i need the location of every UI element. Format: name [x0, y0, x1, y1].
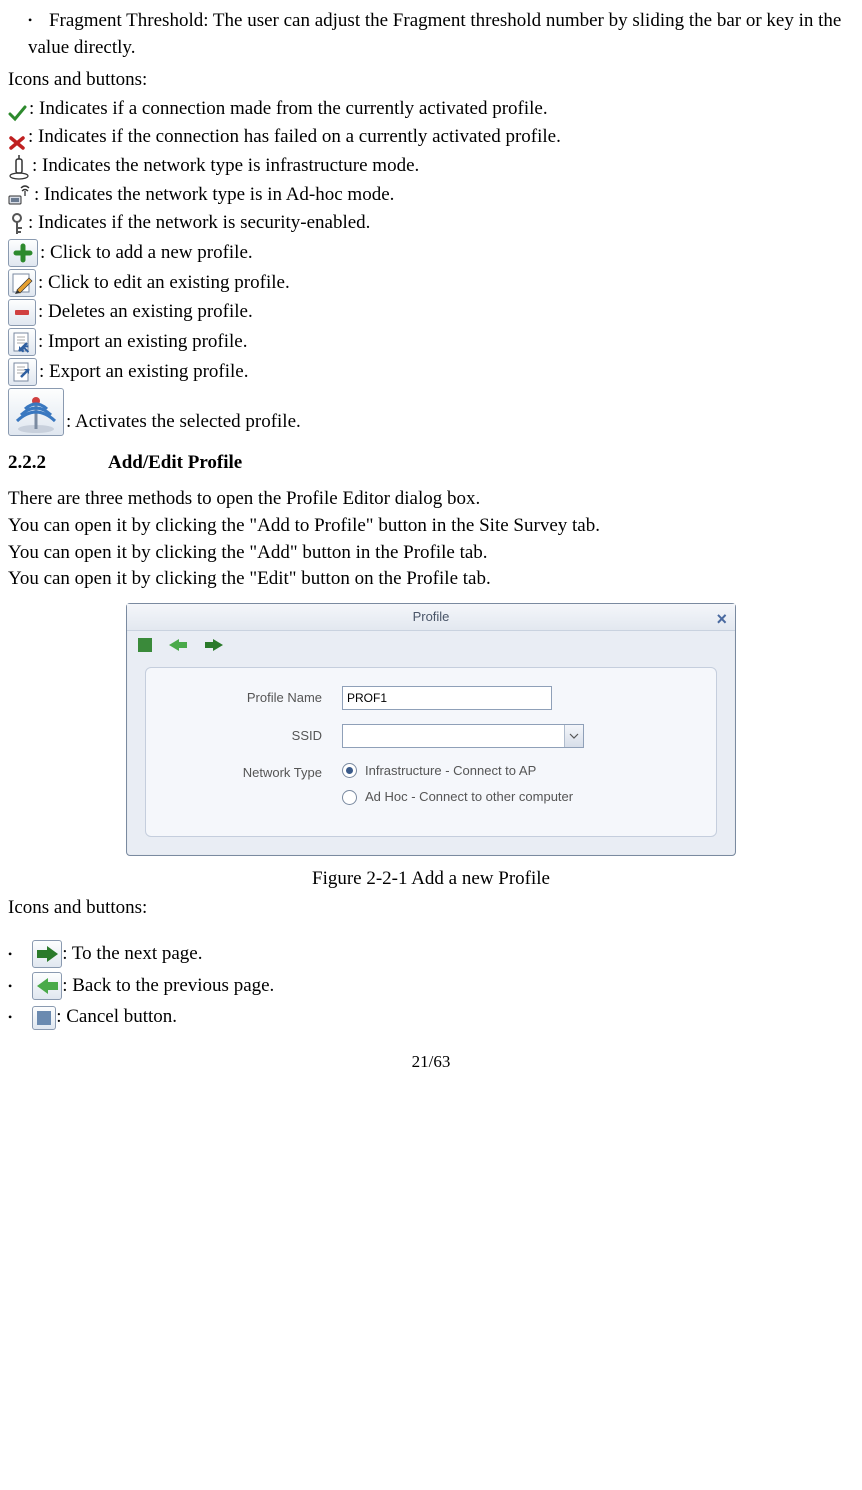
icon-row-export: : Export an existing profile. — [8, 358, 854, 386]
infrastructure-icon — [8, 155, 30, 180]
chevron-down-icon[interactable] — [564, 725, 583, 747]
export-profile-icon[interactable] — [8, 358, 37, 386]
radio-label: Infrastructure - Connect to AP — [365, 762, 536, 780]
icon-desc: : Click to add a new profile. — [40, 240, 253, 267]
icon-desc: : Import an existing profile. — [38, 329, 247, 356]
nav-desc: : To the next page. — [62, 941, 202, 968]
profile-name-row: Profile Name — [172, 686, 690, 710]
paragraph-1: There are three methods to open the Prof… — [8, 486, 854, 513]
icon-desc: : Indicates the network type is in Ad-ho… — [34, 182, 394, 209]
key-icon — [8, 212, 26, 237]
adhoc-icon — [8, 183, 32, 208]
section-number: 2.2.2 — [8, 450, 108, 477]
back-arrow-icon[interactable] — [167, 637, 189, 653]
icon-row-edit: : Click to edit an existing profile. — [8, 269, 854, 297]
network-type-row: Network Type Infrastructure - Connect to… — [172, 762, 690, 814]
icon-row-delete: : Deletes an existing profile. — [8, 299, 854, 326]
icon-desc: : Export an existing profile. — [39, 359, 248, 386]
radio-icon[interactable] — [342, 763, 357, 778]
x-red-icon — [8, 135, 26, 151]
icons-buttons-heading: Icons and buttons: — [8, 67, 854, 94]
next-arrow-icon[interactable] — [203, 637, 225, 653]
dialog-title-bar: Profile × — [127, 604, 735, 631]
nav-icon-list: : To the next page. : Back to the previo… — [8, 940, 854, 1031]
nav-desc: : Cancel button. — [56, 1004, 177, 1031]
profile-name-input[interactable] — [342, 686, 552, 710]
next-arrow-icon[interactable] — [32, 940, 62, 968]
section-heading: 2.2.2Add/Edit Profile — [8, 450, 854, 477]
icons-buttons-heading-2: Icons and buttons: — [8, 895, 854, 922]
radio-adhoc[interactable]: Ad Hoc - Connect to other computer — [342, 788, 573, 806]
nav-row-next: : To the next page. — [8, 940, 854, 968]
icon-desc: : Click to edit an existing profile. — [38, 270, 290, 297]
activate-profile-icon[interactable] — [8, 388, 64, 436]
icon-row-x: : Indicates if the connection has failed… — [8, 124, 854, 151]
icon-desc: : Activates the selected profile. — [66, 409, 301, 436]
icon-desc: : Indicates the network type is infrastr… — [32, 153, 419, 180]
nav-row-back: : Back to the previous page. — [8, 972, 854, 1000]
dialog-panel: Profile Name SSID Network Type Infrastru… — [145, 667, 717, 837]
cancel-icon[interactable] — [32, 1006, 56, 1030]
icon-desc: : Indicates if the connection has failed… — [28, 124, 561, 151]
back-arrow-icon[interactable] — [32, 972, 62, 1000]
import-profile-icon[interactable] — [8, 328, 36, 356]
checkmark-icon — [8, 105, 27, 122]
icon-row-adhoc: : Indicates the network type is in Ad-ho… — [8, 182, 854, 209]
dialog-toolbar — [127, 631, 735, 659]
figure-caption: Figure 2-2-1 Add a new Profile — [8, 866, 854, 893]
paragraph-3: You can open it by clicking the "Add" bu… — [8, 540, 854, 567]
icon-desc: : Indicates if a connection made from th… — [29, 96, 548, 123]
delete-profile-icon[interactable] — [8, 299, 36, 326]
icon-row-check: : Indicates if a connection made from th… — [8, 96, 854, 123]
profile-dialog: Profile × Profile Name SSID — [126, 603, 736, 856]
icon-desc: : Deletes an existing profile. — [38, 299, 253, 326]
dialog-figure: Profile × Profile Name SSID — [8, 603, 854, 856]
nav-desc: : Back to the previous page. — [62, 973, 274, 1000]
page-number: 21/63 — [8, 1050, 854, 1074]
edit-profile-icon[interactable] — [8, 269, 36, 297]
ssid-label: SSID — [172, 727, 342, 745]
cancel-icon[interactable] — [137, 637, 153, 653]
network-type-options: Infrastructure - Connect to AP Ad Hoc - … — [342, 762, 573, 814]
add-profile-icon[interactable] — [8, 239, 38, 267]
profile-name-label: Profile Name — [172, 689, 342, 707]
bullet-fragment-threshold: Fragment Threshold: The user can adjust … — [28, 8, 854, 61]
icon-row-infra: : Indicates the network type is infrastr… — [8, 153, 854, 180]
radio-label: Ad Hoc - Connect to other computer — [365, 788, 573, 806]
section-title: Add/Edit Profile — [108, 452, 242, 473]
icon-row-add: : Click to add a new profile. — [8, 239, 854, 267]
icon-desc: : Indicates if the network is security-e… — [28, 210, 370, 237]
radio-icon[interactable] — [342, 790, 357, 805]
ssid-row: SSID — [172, 724, 690, 748]
network-type-label: Network Type — [172, 762, 342, 782]
close-icon[interactable]: × — [716, 606, 727, 632]
icon-row-import: : Import an existing profile. — [8, 328, 854, 356]
icon-row-key: : Indicates if the network is security-e… — [8, 210, 854, 237]
paragraph-4: You can open it by clicking the "Edit" b… — [8, 566, 854, 593]
nav-row-cancel: : Cancel button. — [8, 1004, 854, 1031]
dialog-title: Profile — [413, 609, 450, 624]
bullet-text: Fragment Threshold: The user can adjust … — [28, 10, 841, 58]
radio-infrastructure[interactable]: Infrastructure - Connect to AP — [342, 762, 573, 780]
icon-row-activate: : Activates the selected profile. — [8, 388, 854, 436]
ssid-combobox[interactable] — [342, 724, 584, 748]
paragraph-2: You can open it by clicking the "Add to … — [8, 513, 854, 540]
bullet-list: Fragment Threshold: The user can adjust … — [8, 8, 854, 61]
